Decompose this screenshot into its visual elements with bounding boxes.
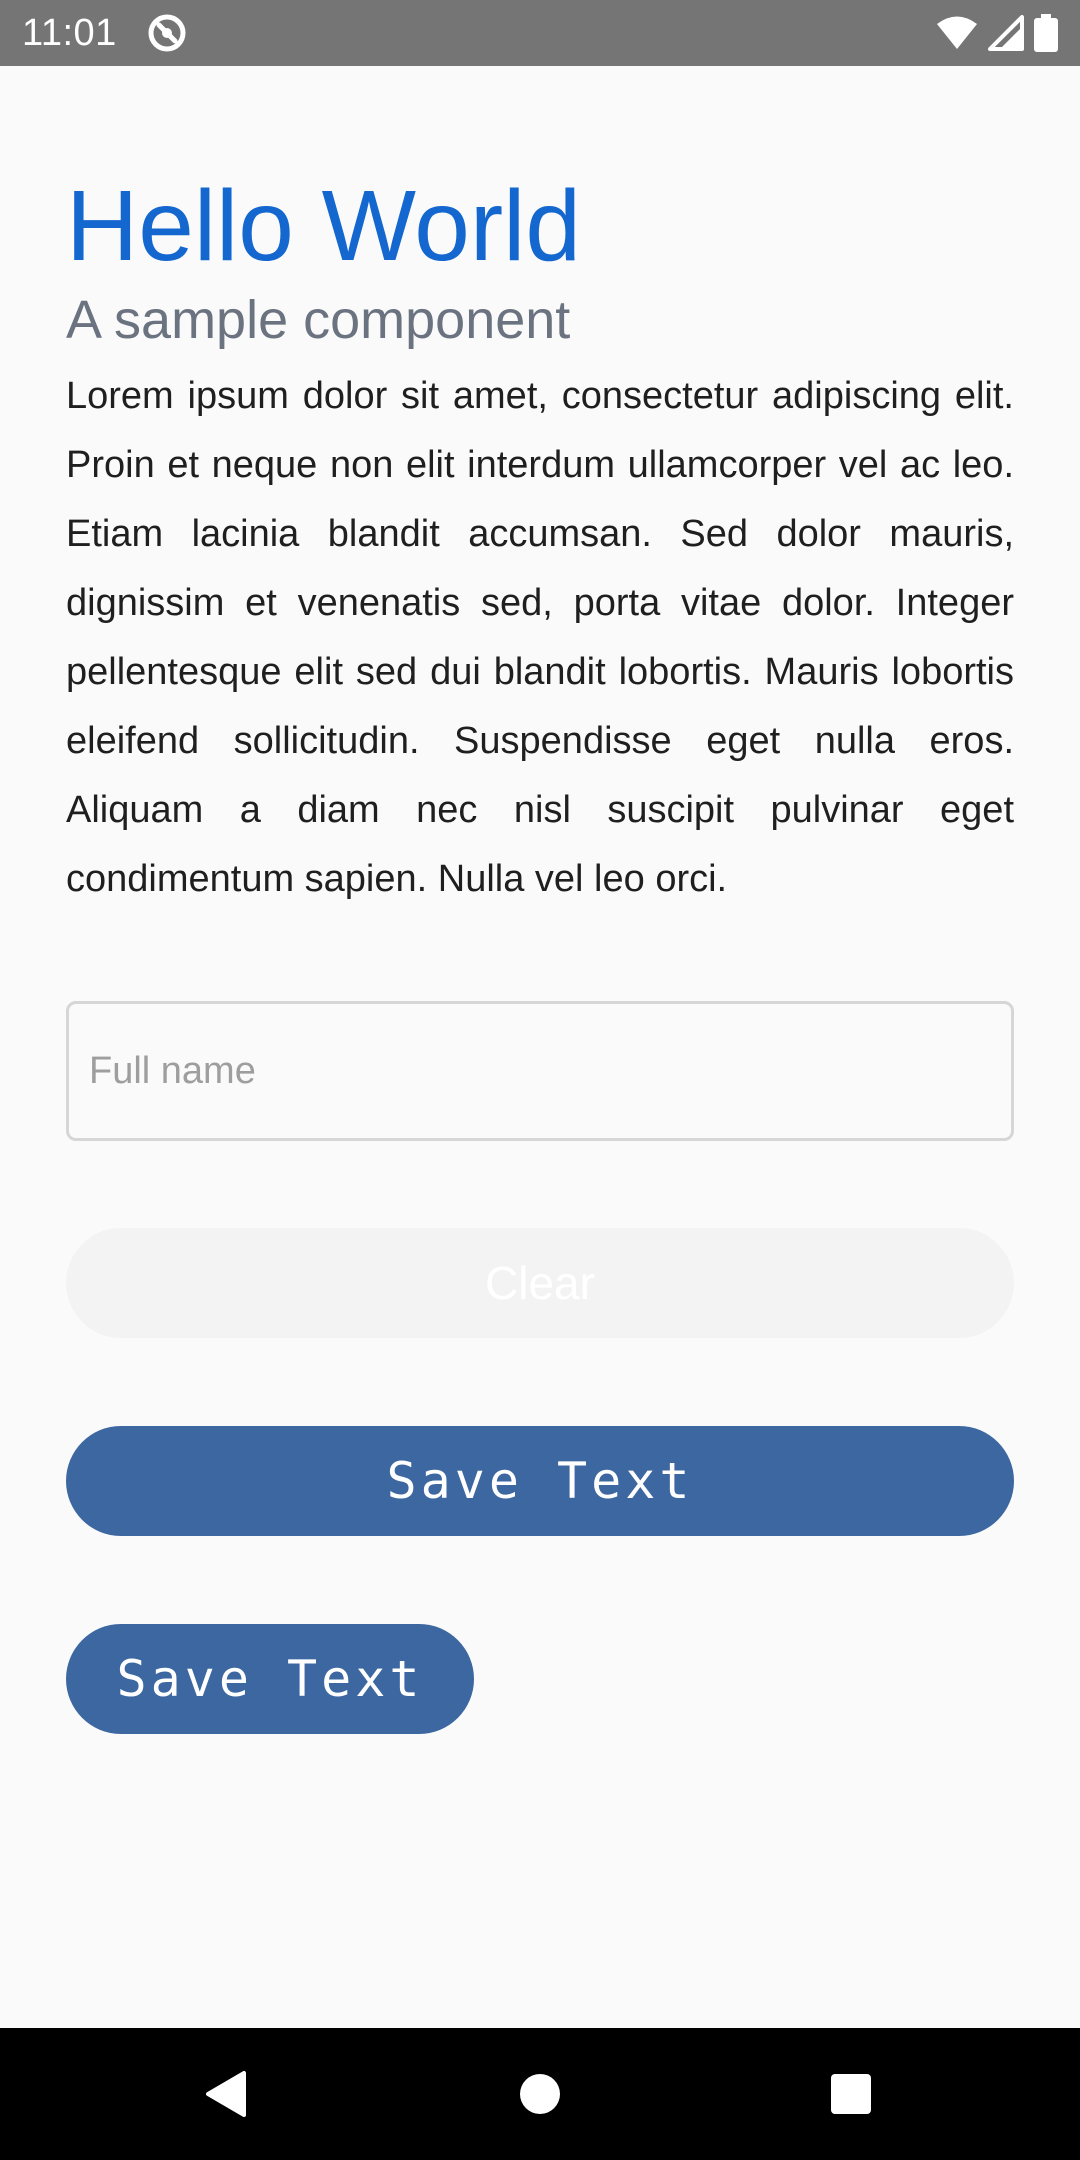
body-paragraph: Lorem ipsum dolor sit amet, consectetur … [66, 375, 1014, 900]
sync-badge-icon [147, 13, 187, 53]
page-subtitle: A sample component [66, 290, 571, 350]
home-icon[interactable] [512, 2066, 568, 2122]
battery-icon [1034, 14, 1058, 52]
page-title: Hello World [66, 170, 581, 282]
clear-button[interactable]: Clear [66, 1228, 1014, 1338]
back-icon[interactable] [198, 2066, 254, 2122]
recents-icon[interactable] [823, 2066, 879, 2122]
navigation-bar [0, 2028, 1080, 2160]
status-right [936, 14, 1058, 52]
full-name-field[interactable] [66, 1001, 1014, 1141]
save-text-compact-button[interactable]: Save Text [66, 1624, 474, 1734]
wifi-icon [936, 15, 978, 51]
signal-icon [988, 15, 1024, 51]
status-left: 11:01 [22, 12, 187, 55]
status-bar: 11:01 [0, 0, 1080, 66]
save-text-button[interactable]: Save Text [66, 1426, 1014, 1536]
status-time: 11:01 [22, 11, 117, 54]
app-screen: 11:01 Hello World A sample component Lor… [0, 0, 1080, 2160]
